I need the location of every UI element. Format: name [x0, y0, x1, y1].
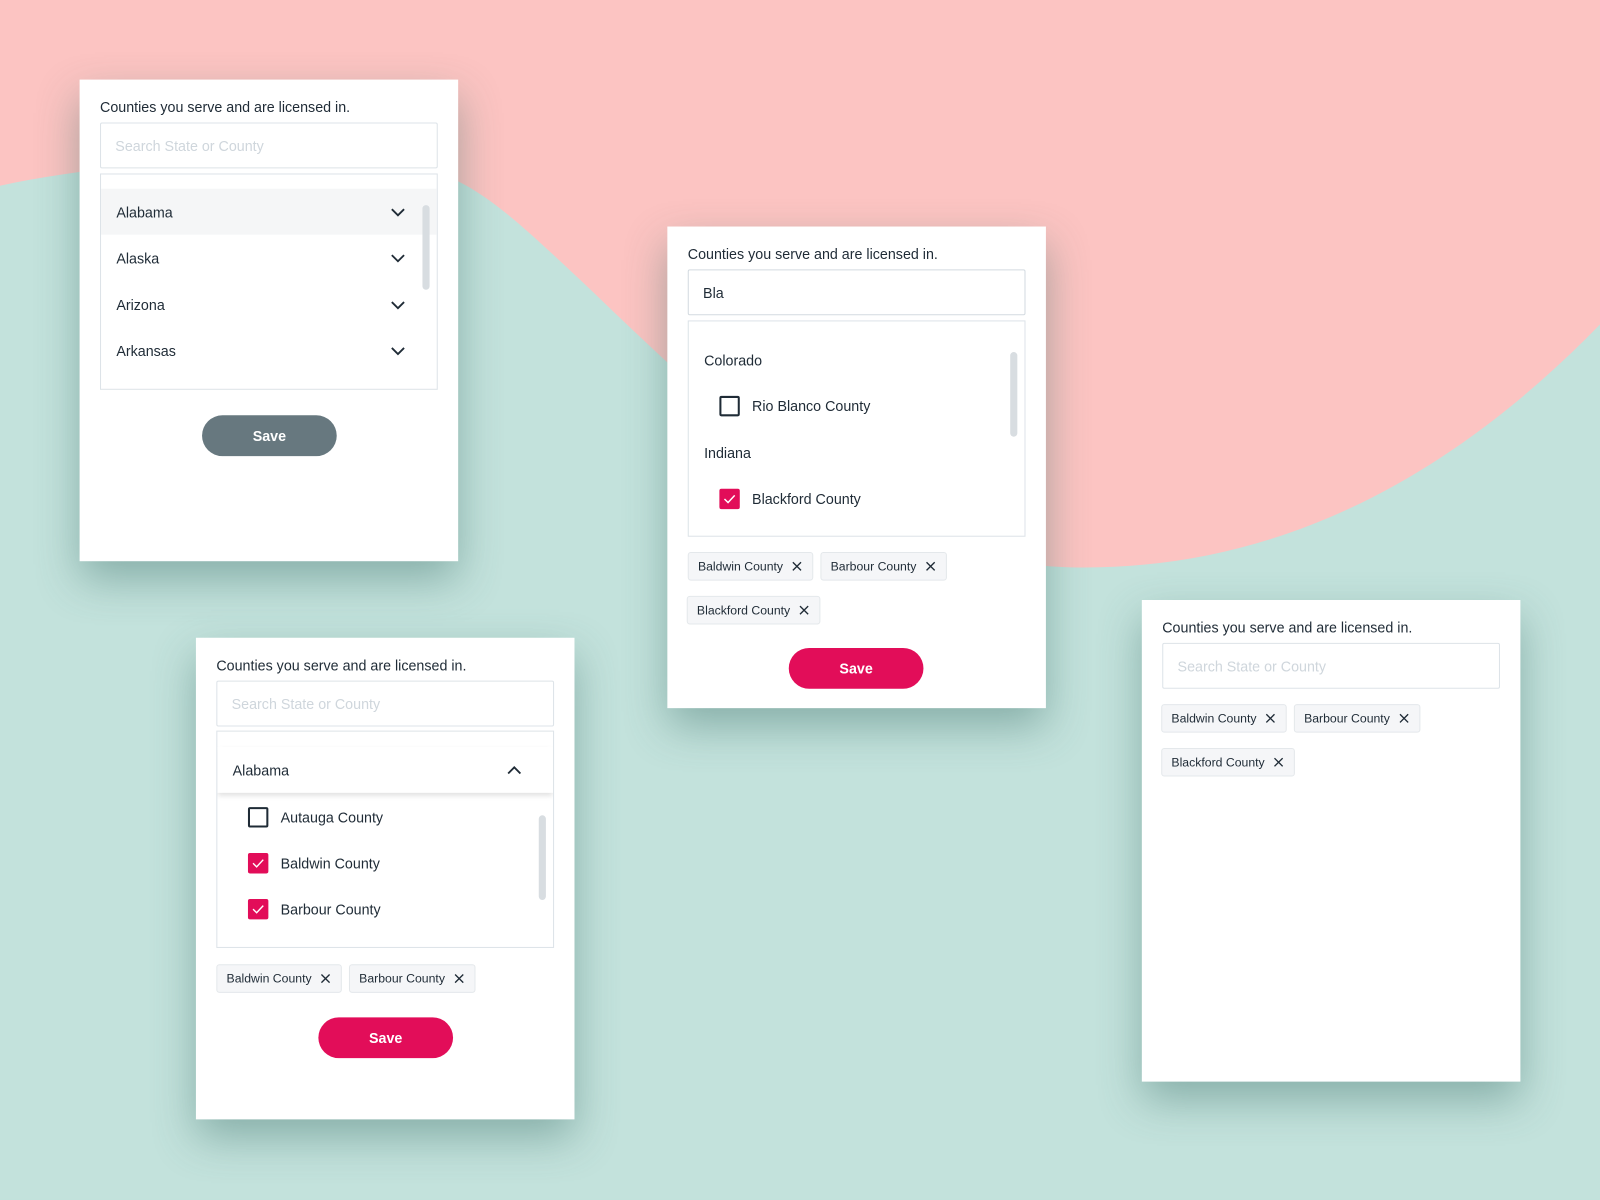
checkmark-icon [723, 494, 736, 504]
scrollbar[interactable] [1010, 352, 1018, 437]
state-row-arizona[interactable]: Arizona [101, 282, 437, 328]
selected-county-tag: Barbour County [1293, 704, 1421, 733]
checkbox-checked[interactable] [247, 852, 269, 873]
county-option[interactable]: Rio Blanco County [689, 383, 1025, 429]
scrollbar[interactable] [422, 205, 430, 290]
state-row-alabama[interactable]: Alabama [101, 188, 437, 235]
checkbox-checked[interactable] [247, 898, 269, 919]
county-name: Rio Blanco County [752, 397, 871, 414]
tag-label: Baldwin County [1171, 711, 1257, 726]
chevron-up-icon [507, 765, 522, 774]
county-option[interactable]: Autauga County [217, 794, 553, 840]
state-name: Arkansas [116, 342, 176, 359]
county-picker-card-collapsed: Counties you serve and are licensed in. … [79, 79, 459, 562]
county-name: Baldwin County [280, 854, 380, 871]
close-icon[interactable] [799, 605, 810, 615]
checkmark-icon [252, 904, 264, 914]
selected-county-tag: Baldwin County [1161, 704, 1288, 733]
close-icon[interactable] [926, 561, 936, 571]
search-input[interactable] [99, 122, 438, 169]
tag-label: Blackford County [696, 603, 791, 618]
selected-county-tag: Barbour County [820, 552, 947, 581]
tag-label: Baldwin County [697, 559, 784, 574]
search-input[interactable] [687, 269, 1026, 316]
state-group-label: Indiana [704, 444, 751, 462]
state-name: Arizona [116, 296, 165, 313]
state-row-alaska[interactable]: Alaska [101, 235, 437, 281]
tag-label: Blackford County [1171, 755, 1265, 770]
save-button[interactable]: Save [202, 415, 337, 457]
chevron-down-icon [391, 253, 405, 263]
close-icon[interactable] [1399, 713, 1409, 723]
county-picker-card-summary: Counties you serve and are licensed in. … [1141, 599, 1521, 1082]
chevron-down-icon [391, 208, 405, 217]
close-icon[interactable] [321, 973, 331, 984]
selected-county-tag: Blackford County [1161, 747, 1296, 777]
state-list: Alabama Autauga County Baldwin County Ba… [216, 730, 555, 948]
state-name: Alabama [116, 203, 173, 220]
state-name: Alabama [232, 761, 290, 779]
state-group-label: Colorado [704, 352, 763, 369]
county-name: Blackford County [752, 490, 861, 507]
selected-county-tag: Baldwin County [687, 552, 814, 581]
county-name: Autauga County [280, 808, 384, 825]
county-name: Barbour County [280, 900, 381, 917]
close-icon[interactable] [1266, 713, 1276, 723]
chevron-down-icon [391, 300, 405, 309]
field-label: Counties you serve and are licensed in. [687, 245, 938, 263]
county-option[interactable]: Barbour County [217, 886, 553, 932]
tag-label: Barbour County [359, 971, 445, 986]
checkbox-checked[interactable] [719, 488, 740, 509]
close-icon[interactable] [1274, 757, 1284, 767]
close-icon[interactable] [792, 561, 802, 571]
tag-label: Barbour County [1304, 711, 1390, 726]
state-row-arkansas[interactable]: Arkansas [101, 328, 437, 374]
county-option[interactable]: Blackford County [689, 476, 1025, 522]
state-list: Alabama Alaska Arizona Arkansas [99, 173, 438, 390]
field-label: Counties you serve and are licensed in. [99, 98, 351, 116]
tag-label: Baldwin County [226, 971, 312, 986]
state-name: Alaska [116, 249, 160, 266]
save-button[interactable]: Save [318, 1017, 454, 1059]
selected-county-tag: Barbour County [348, 964, 476, 993]
close-icon[interactable] [454, 973, 464, 984]
selected-county-tag: Baldwin County [216, 964, 343, 993]
field-label: Counties you serve and are licensed in. [216, 657, 467, 674]
save-button[interactable]: Save [788, 647, 924, 689]
checkbox[interactable] [247, 806, 269, 828]
county-picker-card-expanded: Counties you serve and are licensed in. … [195, 637, 575, 1120]
tag-label: Barbour County [830, 559, 917, 574]
county-picker-card-search: Counties you serve and are licensed in. … [667, 226, 1046, 709]
search-input[interactable] [1162, 642, 1500, 689]
checkbox[interactable] [719, 395, 740, 416]
selected-county-tag: Blackford County [686, 595, 821, 625]
scrollbar[interactable] [538, 815, 546, 900]
county-option[interactable]: Baldwin County [217, 840, 553, 886]
search-results-list: Colorado Rio Blanco County Indiana Black… [687, 320, 1026, 537]
state-row-alabama-expanded[interactable]: Alabama [217, 746, 554, 793]
field-label: Counties you serve and are licensed in. [1162, 619, 1413, 636]
chevron-down-icon [391, 346, 405, 355]
checkmark-icon [252, 858, 264, 868]
search-input[interactable] [216, 680, 555, 727]
